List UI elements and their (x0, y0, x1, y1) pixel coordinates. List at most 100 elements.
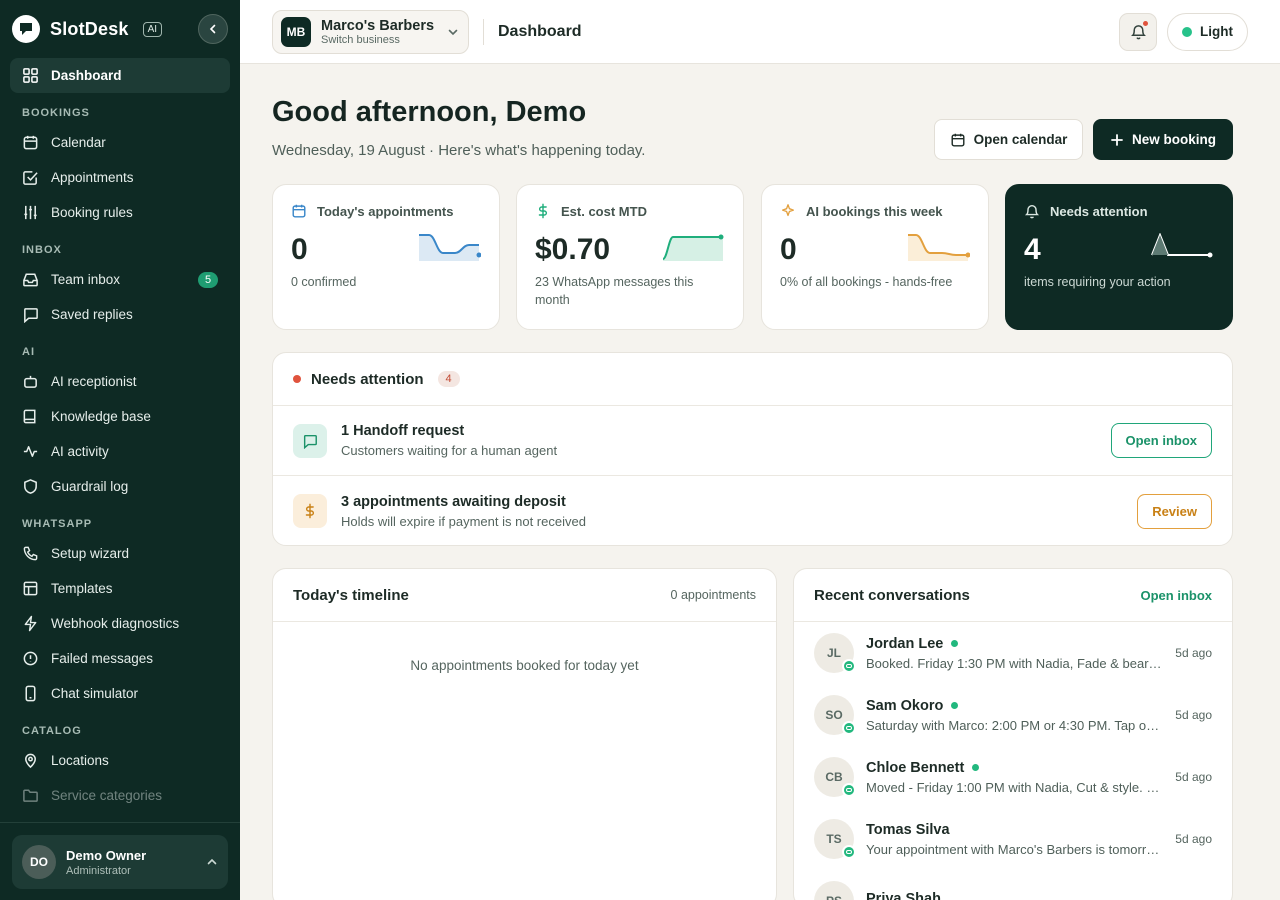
sidebar-item-webhook-diagnostics[interactable]: Webhook diagnostics (10, 606, 230, 641)
online-status-icon (951, 640, 959, 647)
collapse-sidebar-button[interactable] (198, 14, 228, 44)
sidebar-item-booking-rules[interactable]: Booking rules (10, 195, 230, 230)
calendar-icon (951, 133, 965, 146)
contact-name: Chloe Bennett (866, 759, 965, 776)
stat-card-needs-attention[interactable]: Needs attention 4 items requiring your a… (1005, 184, 1233, 330)
panel-header: Recent conversations Open inbox (794, 569, 1232, 622)
sidebar-item-label: Knowledge base (51, 409, 151, 424)
sidebar-item-label: Failed messages (51, 651, 154, 666)
chevron-down-icon (448, 29, 458, 35)
notifications-button[interactable] (1119, 12, 1157, 51)
sidebar-item-locations[interactable]: Locations (10, 743, 230, 778)
whatsapp-icon (842, 783, 856, 797)
contact-name: Priya Shah (866, 891, 941, 900)
open-inbox-link[interactable]: Open inbox (1141, 588, 1213, 603)
sidebar-item-service-categories[interactable]: Service categories (10, 778, 230, 813)
main-content: Good afternoon, Demo Wednesday, 19 Augus… (272, 64, 1234, 900)
conversation-body: Jordan Lee Booked. Friday 1:30 PM with Na… (866, 636, 1163, 671)
sidebar-item-failed-messages[interactable]: Failed messages (10, 641, 230, 676)
contact-name-row: Sam Okoro (866, 698, 1163, 714)
attention-title: 3 appointments awaiting deposit (341, 493, 566, 510)
stat-label: Today's appointments (317, 203, 454, 219)
sidebar-item-label: Calendar (51, 135, 106, 150)
appointment-count: 0 appointments (670, 588, 756, 602)
contact-name: Jordan Lee (866, 635, 944, 652)
sidebar-item-label: Appointments (51, 170, 134, 185)
sidebar-item-guardrail-log[interactable]: Guardrail log (10, 469, 230, 504)
greeting-title: Good afternoon, Demo (272, 96, 587, 128)
conversation-item[interactable]: CB Chloe Bennett Moved - Friday 1:00 PM wi… (794, 746, 1232, 808)
sliders-icon (24, 205, 37, 220)
divider (483, 18, 484, 45)
attention-text: 1 Handoff request Customers waiting for … (341, 423, 557, 458)
user-info: Demo Owner Administrator (66, 848, 146, 877)
message-preview: Moved - Friday 1:00 PM with Nadia, Cut &… (866, 779, 1163, 795)
conversation-list: JL Jordan Lee Booked. Friday 1:30 PM with … (794, 622, 1232, 900)
new-booking-button[interactable]: New booking (1093, 119, 1233, 160)
attention-item-deposit: 3 appointments awaiting deposit Holds wi… (273, 476, 1232, 545)
user-name: Demo Owner (66, 847, 147, 863)
open-inbox-button[interactable]: Open inbox (1110, 423, 1212, 458)
business-info: Marco's Barbers Switch business (321, 18, 434, 46)
conversation-body: Tomas Silva Your appointment with Marco's… (866, 822, 1163, 857)
conversation-item[interactable]: PS Priya Shah (794, 870, 1232, 900)
stat-label: AI bookings this week (806, 203, 943, 219)
stat-label: Est. cost MTD (561, 203, 647, 219)
status-dot-icon (293, 375, 301, 383)
shield-icon (24, 479, 37, 494)
sidebar-item-appointments[interactable]: Appointments (10, 160, 230, 195)
stat-note: 0% of all bookings - hands-free (780, 275, 953, 289)
sidebar-item-saved-replies[interactable]: Saved replies (10, 297, 230, 332)
conversation-item[interactable]: TS Tomas Silva Your appointment with Marco… (794, 808, 1232, 870)
sidebar-item-label: Webhook diagnostics (51, 616, 180, 631)
sidebar-item-label: Setup wizard (51, 546, 130, 561)
sidebar-item-setup-wizard[interactable]: Setup wizard (10, 536, 230, 571)
nav-section-whatsapp: WHATSAPP (22, 518, 93, 530)
open-calendar-label: Open calendar (973, 132, 1068, 147)
business-avatar: MB (281, 16, 311, 47)
user-menu[interactable]: DO Demo Owner Administrator (12, 835, 228, 889)
grid-icon (23, 68, 38, 83)
check-square-icon (23, 171, 38, 185)
sidebar-item-label: Dashboard (51, 68, 122, 83)
book-icon (23, 409, 36, 424)
sidebar-item-knowledge-base[interactable]: Knowledge base (10, 399, 230, 434)
conversation-item[interactable]: SO Sam Okoro Saturday with Marco: 2:00 PM … (794, 684, 1232, 746)
sidebar-item-calendar[interactable]: Calendar (10, 125, 230, 160)
stat-note: items requiring your action (1024, 275, 1171, 289)
stat-card-ai-bookings[interactable]: AI bookings this week 0 0% of all bookin… (761, 184, 989, 330)
business-switcher[interactable]: MB Marco's Barbers Switch business (272, 9, 469, 54)
page-title: Dashboard (498, 22, 582, 40)
sidebar-item-ai-activity[interactable]: AI activity (10, 434, 230, 469)
theme-label: Light (1200, 24, 1233, 39)
sidebar-item-label: AI receptionist (51, 374, 137, 389)
message-time: 5d ago (1175, 832, 1212, 846)
stat-card-est-cost[interactable]: Est. cost MTD $0.70 23 WhatsApp messages… (516, 184, 744, 330)
topbar: MB Marco's Barbers Switch business Dashb… (240, 0, 1280, 64)
message-time: 5d ago (1175, 770, 1212, 784)
sidebar-item-chat-simulator[interactable]: Chat simulator (10, 676, 230, 711)
bolt-icon (24, 615, 37, 632)
avatar-initials: SO (825, 708, 843, 722)
open-calendar-button[interactable]: Open calendar (934, 119, 1083, 160)
sidebar-item-dashboard[interactable]: Dashboard (10, 58, 230, 93)
online-status-icon (972, 764, 980, 771)
contact-name: Tomas Silva (866, 821, 950, 838)
stat-header: Est. cost MTD (535, 203, 725, 219)
avatar-initials: JL (826, 646, 841, 660)
conversation-item[interactable]: JL Jordan Lee Booked. Friday 1:30 PM with … (794, 622, 1232, 684)
stat-card-todays-appointments[interactable]: Today's appointments 0 0 confirmed (272, 184, 500, 330)
sidebar-item-templates[interactable]: Templates (10, 571, 230, 606)
chat-bubble-icon (24, 308, 38, 323)
new-booking-label: New booking (1132, 132, 1216, 147)
inbox-icon (23, 273, 38, 287)
calendar-icon (292, 204, 306, 218)
review-button[interactable]: Review (1137, 493, 1212, 529)
online-status-icon (951, 702, 959, 709)
whatsapp-icon (842, 845, 856, 859)
theme-toggle-button[interactable]: Light (1167, 12, 1248, 51)
sidebar-item-ai-receptionist[interactable]: AI receptionist (10, 364, 230, 399)
sidebar-item-label: Booking rules (51, 205, 133, 220)
nav-section-bookings: BOOKINGS (22, 107, 90, 119)
sidebar-item-team-inbox[interactable]: Team inbox 5 (10, 262, 230, 297)
